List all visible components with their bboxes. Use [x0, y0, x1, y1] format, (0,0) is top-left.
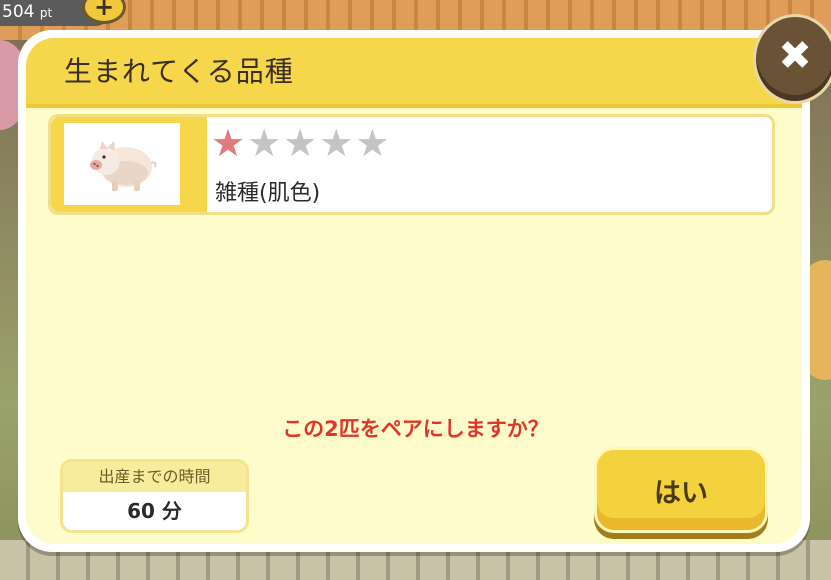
breed-thumbnail — [64, 123, 180, 205]
star-empty-icon: ★ — [319, 121, 354, 165]
dialog-header: 生まれてくる品種 — [26, 38, 802, 108]
birth-time-value: 60 分 — [127, 499, 182, 523]
star-filled-icon: ★ — [211, 121, 246, 165]
dialog-title: 生まれてくる品種 — [64, 55, 294, 88]
star-empty-icon: ★ — [355, 121, 390, 165]
yes-button[interactable]: はい — [594, 447, 768, 533]
close-icon: ✖ — [778, 33, 812, 79]
plus-icon: + — [93, 0, 115, 21]
rarity-stars: ★ ★ ★ ★ ★ — [211, 123, 389, 163]
breed-name: 雑種(肌色) — [215, 181, 321, 206]
birth-time-label: 出産までの時間 — [63, 462, 246, 492]
pair-confirmation-question: この2匹をペアにしますか？ — [282, 417, 549, 441]
points-value: 504 — [2, 2, 35, 22]
pig-icon — [90, 141, 157, 191]
points-unit: pt — [39, 6, 53, 20]
breed-card: ★ ★ ★ ★ ★ 雑種(肌色) — [48, 114, 775, 215]
star-empty-icon: ★ — [247, 121, 282, 165]
breed-thumbnail-frame — [51, 117, 207, 212]
close-button[interactable]: ✖ — [753, 14, 831, 104]
star-empty-icon: ★ — [283, 121, 318, 165]
birth-time-box: 出産までの時間 60 分 — [60, 459, 249, 533]
